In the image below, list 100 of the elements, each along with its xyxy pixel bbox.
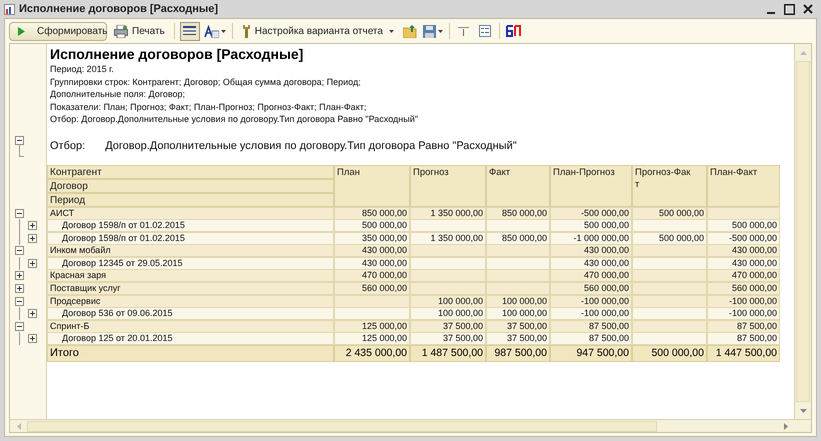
column-header: План — [334, 164, 410, 206]
filter-condition: Договор.Дополнительные условия по договору.Тип договора Равно "Расходный" — [105, 139, 517, 154]
report-info-line: Отбор: Договор.Дополнительные условия по договору.Тип договора Равно "Расходный" — [50, 113, 418, 126]
expand-toggle[interactable] — [15, 284, 24, 294]
value-cell: 430 000,00 — [707, 244, 780, 258]
total-cell: 1 447 500,00 — [707, 345, 780, 362]
print-button[interactable]: Печать — [110, 22, 169, 40]
column-header: Период — [47, 192, 334, 206]
column-header: План-Прогноз — [550, 164, 632, 206]
value-cell: 560 000,00 — [707, 282, 780, 296]
value-cell: 37 500,00 — [410, 332, 486, 346]
close-icon[interactable] — [803, 4, 813, 14]
play-icon — [18, 26, 25, 36]
window-title: Исполнение договоров [Расходные] — [19, 2, 218, 17]
expand-toggle[interactable] — [28, 334, 37, 344]
value-cell: 350 000,00 — [334, 232, 410, 245]
counterparty-cell: Спринт-Б — [47, 320, 334, 333]
column-header: Факт — [486, 164, 550, 206]
counterparty-cell: Поставщик услуг — [47, 282, 334, 296]
column-header: Прогноз-Фак т — [632, 164, 707, 206]
value-cell: 430 000,00 — [707, 256, 780, 270]
contract-cell: Договор 536 от 09.06.2015 — [47, 307, 334, 320]
value-cell — [486, 269, 550, 282]
column-header: Контрагент — [47, 164, 334, 178]
scroll-down-icon[interactable] — [800, 408, 806, 412]
expand-toggle[interactable] — [15, 271, 24, 280]
value-cell: 850 000,00 — [486, 206, 550, 220]
value-cell — [486, 219, 550, 232]
value-cell: 560 000,00 — [334, 282, 410, 296]
report-icon — [4, 4, 15, 14]
report-info-line: Показатели: План; Прогноз; Факт; План-Прогноз; Прогноз-Факт; План-Факт; — [50, 100, 368, 113]
value-cell: 500 000,00 — [632, 206, 707, 220]
value-cell: 500 000,00 — [334, 219, 410, 232]
total-cell: 1 487 500,00 — [410, 345, 486, 362]
total-cell: 500 000,00 — [632, 345, 707, 362]
total-label: Итого — [47, 345, 334, 362]
folder-icon — [402, 24, 417, 38]
contract-cell: Договор 125 от 20.01.2015 — [47, 332, 334, 346]
value-cell: 1 350 000,00 — [410, 232, 486, 245]
grid-lines-button[interactable] — [180, 22, 200, 40]
report-title: Исполнение договоров [Расходные] — [50, 45, 304, 63]
value-cell: 87 500,00 — [550, 320, 632, 333]
font-icon — [204, 24, 219, 38]
expand-toggle[interactable] — [28, 309, 37, 318]
value-cell: 87 500,00 — [550, 332, 632, 346]
value-cell: 430 000,00 — [334, 244, 410, 258]
column-header: План-Факт — [707, 164, 780, 206]
vertical-scrollbar[interactable] — [794, 44, 811, 419]
value-cell: 470 000,00 — [550, 269, 632, 282]
value-cell: -100 000,00 — [707, 307, 780, 320]
value-cell: 37 500,00 — [486, 320, 550, 333]
value-cell: 125 000,00 — [334, 320, 410, 333]
wrench-icon — [242, 24, 251, 38]
value-cell: -100 000,00 — [707, 294, 780, 308]
counterparty-cell: Красная заря — [47, 269, 334, 282]
value-cell: 37 500,00 — [486, 332, 550, 346]
column-header: Прогноз — [410, 164, 486, 206]
value-cell: 430 000,00 — [550, 244, 632, 258]
value-cell: 470 000,00 — [707, 269, 780, 282]
value-cell: 470 000,00 — [334, 269, 410, 282]
value-cell — [486, 244, 550, 258]
value-cell: -500 000,00 — [550, 206, 632, 220]
value-cell: 430 000,00 — [550, 256, 632, 270]
contract-cell: Договор 1598/п от 01.02.2015 — [47, 219, 334, 232]
value-cell: 100 000,00 — [486, 294, 550, 308]
value-cell: 500 000,00 — [550, 219, 632, 232]
value-cell: -100 000,00 — [550, 294, 632, 308]
value-cell: -1 000 000,00 — [550, 232, 632, 245]
total-cell: 987 500,00 — [486, 345, 550, 362]
value-cell: 1 350 000,00 — [410, 206, 486, 220]
total-cell: 2 435 000,00 — [334, 345, 410, 362]
value-cell: 500 000,00 — [632, 232, 707, 245]
report-info-line: Дополнительные поля: Договор; — [50, 88, 186, 100]
counterparty-cell: Продсервис — [47, 294, 334, 308]
column-header: Договор — [47, 178, 334, 192]
value-cell: 125 000,00 — [334, 332, 410, 346]
expand-toggle[interactable] — [28, 221, 37, 230]
contract-cell: Договор 1598/п от 01.02.2015 — [47, 232, 334, 245]
value-cell: 100 000,00 — [410, 294, 486, 308]
value-cell — [486, 282, 550, 296]
scroll-right-icon[interactable] — [784, 422, 788, 430]
maximize-icon[interactable] — [784, 4, 795, 14]
report-info-line: Группировки строк: Контрагент; Договор; Общая сумма договора; Период; — [50, 76, 362, 88]
generate-button[interactable]: Сформировать — [9, 22, 107, 40]
value-cell: -500 000,00 — [707, 232, 780, 245]
value-cell: 500 000,00 — [707, 219, 780, 232]
value-cell: 100 000,00 — [410, 307, 486, 320]
value-cell — [486, 256, 550, 270]
horizontal-scrollbar[interactable] — [10, 419, 811, 432]
logo-icon — [506, 25, 522, 37]
value-cell: -100 000,00 — [550, 307, 632, 320]
value-cell: 430 000,00 — [334, 256, 410, 270]
report-info-line: Период: 2015 г. — [50, 63, 115, 76]
grid-lines-icon — [183, 26, 196, 36]
expand-toggle[interactable] — [15, 246, 24, 256]
columns-icon — [458, 26, 470, 36]
value-cell: 37 500,00 — [410, 320, 486, 333]
total-cell: 947 500,00 — [550, 345, 632, 362]
report-settings-button[interactable]: Настройка варианта отчета — [238, 22, 398, 40]
value-cell: 850 000,00 — [334, 206, 410, 220]
